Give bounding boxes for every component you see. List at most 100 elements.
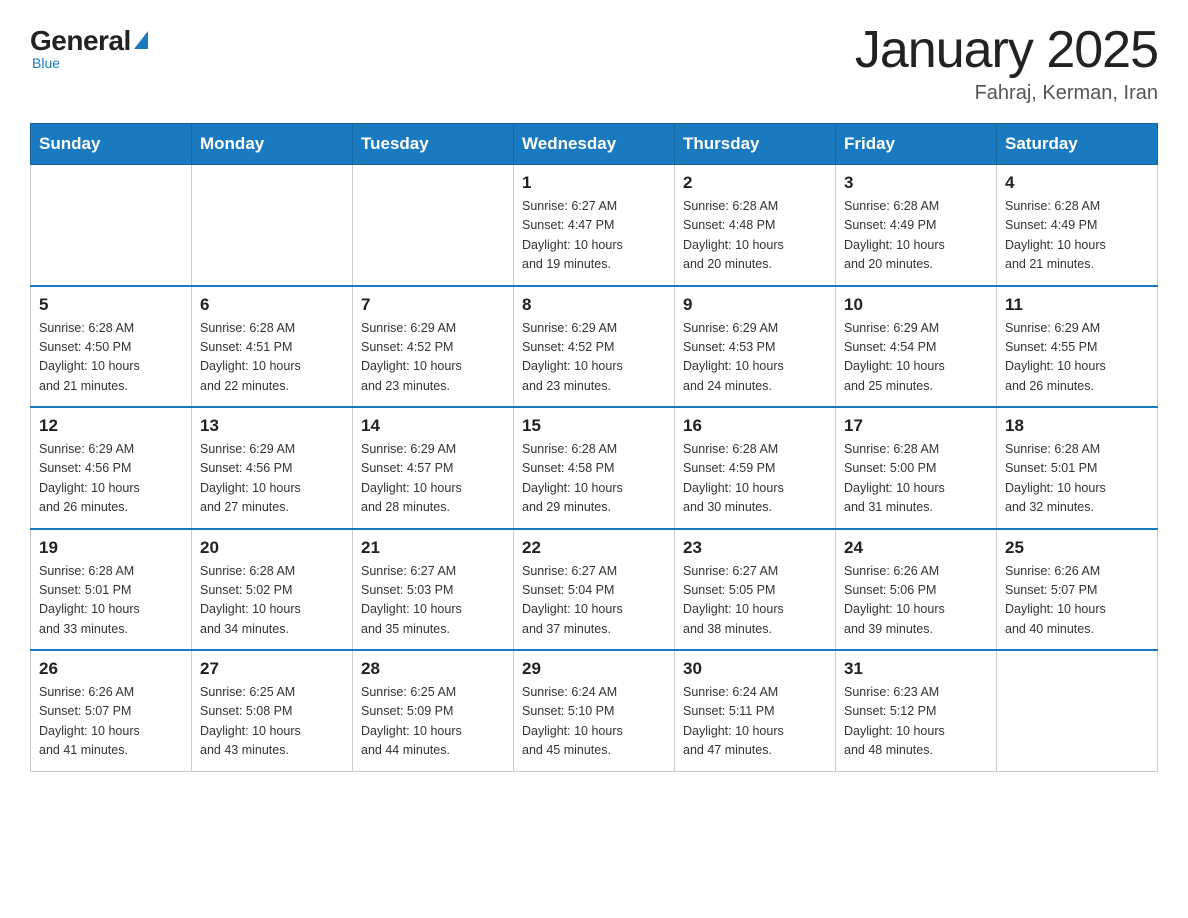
day-info: Sunrise: 6:27 AM Sunset: 5:04 PM Dayligh…: [522, 562, 666, 640]
table-row: 20 Sunrise: 6:28 AM Sunset: 5:02 PM Dayli…: [192, 529, 353, 651]
day-info: Sunrise: 6:24 AM Sunset: 5:10 PM Dayligh…: [522, 683, 666, 761]
header-wednesday: Wednesday: [514, 124, 675, 165]
table-row: 5Sunrise: 6:28 AM Sunset: 4:50 PM Daylig…: [31, 286, 192, 408]
day-info: Sunrise: 6:29 AM Sunset: 4:52 PM Dayligh…: [361, 319, 505, 397]
day-info: Sunrise: 6:23 AM Sunset: 5:12 PM Dayligh…: [844, 683, 988, 761]
day-number: 10: [844, 295, 988, 315]
day-number: 27: [200, 659, 344, 679]
day-info: Sunrise: 6:29 AM Sunset: 4:56 PM Dayligh…: [200, 440, 344, 518]
table-row: 1 Sunrise: 6:27 AM Sunset: 4:47 PM Daylig…: [514, 165, 675, 286]
table-row: 23 Sunrise: 6:27 AM Sunset: 5:05 PM Dayli…: [675, 529, 836, 651]
day-info: Sunrise: 6:28 AM Sunset: 4:59 PM Dayligh…: [683, 440, 827, 518]
day-info: Sunrise: 6:29 AM Sunset: 4:53 PM Dayligh…: [683, 319, 827, 397]
day-info: Sunrise: 6:28 AM Sunset: 5:01 PM Dayligh…: [1005, 440, 1149, 518]
day-number: 18: [1005, 416, 1149, 436]
day-info: Sunrise: 6:24 AM Sunset: 5:11 PM Dayligh…: [683, 683, 827, 761]
day-number: 20: [200, 538, 344, 558]
header-friday: Friday: [836, 124, 997, 165]
table-row: 3 Sunrise: 6:28 AM Sunset: 4:49 PM Daylig…: [836, 165, 997, 286]
day-info: Sunrise: 6:28 AM Sunset: 4:49 PM Dayligh…: [844, 197, 988, 275]
day-info: Sunrise: 6:28 AM Sunset: 4:58 PM Dayligh…: [522, 440, 666, 518]
day-info: Sunrise: 6:28 AM Sunset: 5:00 PM Dayligh…: [844, 440, 988, 518]
day-info: Sunrise: 6:27 AM Sunset: 5:05 PM Dayligh…: [683, 562, 827, 640]
day-info: Sunrise: 6:29 AM Sunset: 4:54 PM Dayligh…: [844, 319, 988, 397]
table-row: [192, 165, 353, 286]
day-number: 24: [844, 538, 988, 558]
day-info: Sunrise: 6:26 AM Sunset: 5:06 PM Dayligh…: [844, 562, 988, 640]
day-info: Sunrise: 6:26 AM Sunset: 5:07 PM Dayligh…: [1005, 562, 1149, 640]
location-subtitle: Fahraj, Kerman, Iran: [855, 82, 1158, 105]
table-row: 28 Sunrise: 6:25 AM Sunset: 5:09 PM Dayli…: [353, 650, 514, 771]
calendar-week-row: 12 Sunrise: 6:29 AM Sunset: 4:56 PM Dayli…: [31, 407, 1158, 529]
table-row: 19Sunrise: 6:28 AM Sunset: 5:01 PM Dayli…: [31, 529, 192, 651]
table-row: 14Sunrise: 6:29 AM Sunset: 4:57 PM Dayli…: [353, 407, 514, 529]
table-row: 8 Sunrise: 6:29 AM Sunset: 4:52 PM Daylig…: [514, 286, 675, 408]
table-row: 6 Sunrise: 6:28 AM Sunset: 4:51 PM Daylig…: [192, 286, 353, 408]
table-row: 16 Sunrise: 6:28 AM Sunset: 4:59 PM Dayli…: [675, 407, 836, 529]
day-number: 28: [361, 659, 505, 679]
title-block: January 2025 Fahraj, Kerman, Iran: [855, 20, 1158, 105]
day-number: 15: [522, 416, 666, 436]
header-thursday: Thursday: [675, 124, 836, 165]
day-info: Sunrise: 6:28 AM Sunset: 4:50 PM Dayligh…: [39, 319, 183, 397]
day-number: 22: [522, 538, 666, 558]
table-row: 15 Sunrise: 6:28 AM Sunset: 4:58 PM Dayli…: [514, 407, 675, 529]
header-monday: Monday: [192, 124, 353, 165]
day-number: 29: [522, 659, 666, 679]
table-row: 17Sunrise: 6:28 AM Sunset: 5:00 PM Dayli…: [836, 407, 997, 529]
header-tuesday: Tuesday: [353, 124, 514, 165]
table-row: [31, 165, 192, 286]
day-number: 26: [39, 659, 183, 679]
day-number: 6: [200, 295, 344, 315]
logo: General Blue: [30, 20, 150, 71]
logo-general-text: General: [30, 25, 131, 57]
day-number: 9: [683, 295, 827, 315]
day-number: 23: [683, 538, 827, 558]
day-info: Sunrise: 6:28 AM Sunset: 4:51 PM Dayligh…: [200, 319, 344, 397]
table-row: 22 Sunrise: 6:27 AM Sunset: 5:04 PM Dayli…: [514, 529, 675, 651]
day-number: 25: [1005, 538, 1149, 558]
day-number: 11: [1005, 295, 1149, 315]
table-row: 11 Sunrise: 6:29 AM Sunset: 4:55 PM Dayli…: [997, 286, 1158, 408]
day-info: Sunrise: 6:29 AM Sunset: 4:55 PM Dayligh…: [1005, 319, 1149, 397]
table-row: 31Sunrise: 6:23 AM Sunset: 5:12 PM Dayli…: [836, 650, 997, 771]
day-info: Sunrise: 6:29 AM Sunset: 4:52 PM Dayligh…: [522, 319, 666, 397]
table-row: 25 Sunrise: 6:26 AM Sunset: 5:07 PM Dayli…: [997, 529, 1158, 651]
table-row: 9 Sunrise: 6:29 AM Sunset: 4:53 PM Daylig…: [675, 286, 836, 408]
table-row: [353, 165, 514, 286]
day-info: Sunrise: 6:25 AM Sunset: 5:09 PM Dayligh…: [361, 683, 505, 761]
table-row: 10 Sunrise: 6:29 AM Sunset: 4:54 PM Dayli…: [836, 286, 997, 408]
table-row: 4 Sunrise: 6:28 AM Sunset: 4:49 PM Daylig…: [997, 165, 1158, 286]
day-info: Sunrise: 6:25 AM Sunset: 5:08 PM Dayligh…: [200, 683, 344, 761]
day-info: Sunrise: 6:27 AM Sunset: 4:47 PM Dayligh…: [522, 197, 666, 275]
day-number: 8: [522, 295, 666, 315]
table-row: 24 Sunrise: 6:26 AM Sunset: 5:06 PM Dayli…: [836, 529, 997, 651]
table-row: 13 Sunrise: 6:29 AM Sunset: 4:56 PM Dayli…: [192, 407, 353, 529]
day-number: 4: [1005, 173, 1149, 193]
table-row: 30 Sunrise: 6:24 AM Sunset: 5:11 PM Dayli…: [675, 650, 836, 771]
table-row: 2Sunrise: 6:28 AM Sunset: 4:48 PM Daylig…: [675, 165, 836, 286]
day-info: Sunrise: 6:29 AM Sunset: 4:56 PM Dayligh…: [39, 440, 183, 518]
day-number: 13: [200, 416, 344, 436]
calendar-header-row: Sunday Monday Tuesday Wednesday Thursday…: [31, 124, 1158, 165]
day-number: 14: [361, 416, 505, 436]
day-number: 30: [683, 659, 827, 679]
day-number: 12: [39, 416, 183, 436]
day-number: 21: [361, 538, 505, 558]
calendar-week-row: 1 Sunrise: 6:27 AM Sunset: 4:47 PM Daylig…: [31, 165, 1158, 286]
day-number: 19: [39, 538, 183, 558]
day-number: 16: [683, 416, 827, 436]
calendar-week-row: 26 Sunrise: 6:26 AM Sunset: 5:07 PM Dayli…: [31, 650, 1158, 771]
main-title: January 2025: [855, 20, 1158, 80]
day-info: Sunrise: 6:28 AM Sunset: 4:48 PM Dayligh…: [683, 197, 827, 275]
table-row: 12 Sunrise: 6:29 AM Sunset: 4:56 PM Dayli…: [31, 407, 192, 529]
table-row: 18 Sunrise: 6:28 AM Sunset: 5:01 PM Dayli…: [997, 407, 1158, 529]
calendar-table: Sunday Monday Tuesday Wednesday Thursday…: [30, 123, 1158, 772]
day-info: Sunrise: 6:28 AM Sunset: 4:49 PM Dayligh…: [1005, 197, 1149, 275]
day-info: Sunrise: 6:27 AM Sunset: 5:03 PM Dayligh…: [361, 562, 505, 640]
header-saturday: Saturday: [997, 124, 1158, 165]
day-info: Sunrise: 6:28 AM Sunset: 5:02 PM Dayligh…: [200, 562, 344, 640]
day-info: Sunrise: 6:26 AM Sunset: 5:07 PM Dayligh…: [39, 683, 183, 761]
day-number: 1: [522, 173, 666, 193]
day-number: 3: [844, 173, 988, 193]
